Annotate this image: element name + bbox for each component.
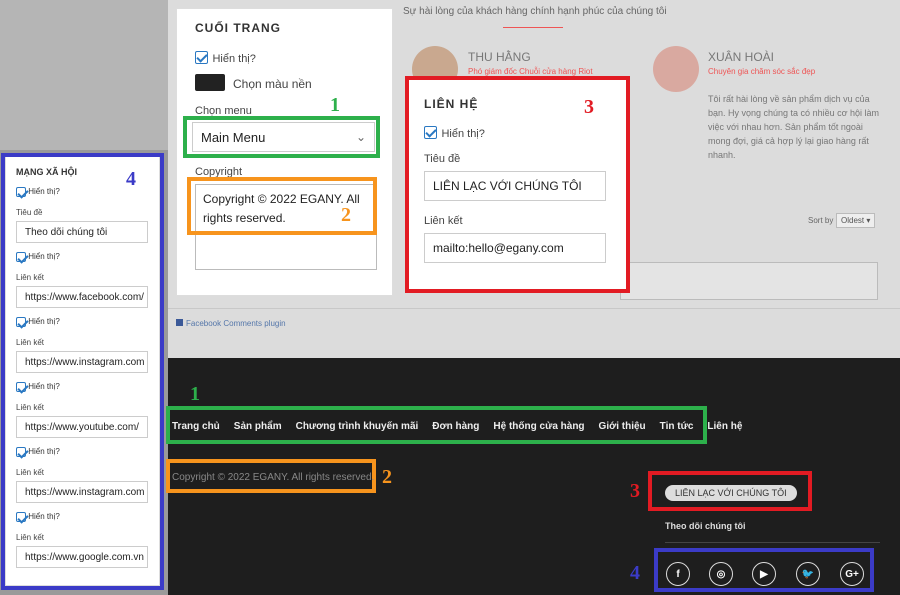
annotation-number: 3 (584, 96, 594, 118)
person-role: Chuyên gia chăm sóc sắc đẹp (708, 67, 816, 76)
testimonial-heading: Sự hài lòng của khách hàng chính hạnh ph… (403, 6, 667, 17)
copyright-text: Copyright © 2022 EGANY. All rights reser… (203, 192, 360, 225)
facebook-icon (176, 319, 183, 326)
annotation-number: 4 (126, 168, 136, 190)
checkbox-icon (195, 51, 208, 65)
sort-select[interactable]: Oldest ▾ (836, 213, 876, 228)
fb-plugin-label: Facebook Comments plugin (186, 319, 286, 328)
instagram-icon[interactable]: ◎ (709, 562, 733, 586)
nav-item[interactable]: Đơn hàng (432, 421, 479, 432)
facebook-icon[interactable]: f (666, 562, 690, 586)
twitter-icon[interactable]: 🐦 (796, 562, 820, 586)
nav-item[interactable]: Giới thiệu (599, 421, 646, 432)
divider (168, 308, 900, 309)
nav-item[interactable]: Tin tức (660, 421, 694, 432)
testimonial-quote: Tôi rất hài lòng về sản phẩm dịch vụ của… (708, 94, 880, 160)
show-checkbox[interactable]: Hiển thị? (195, 49, 256, 67)
chevron-down-icon: ⌄ (355, 130, 366, 144)
nav-item[interactable]: Sản phẩm (234, 421, 282, 432)
sort-label: Sort by (808, 216, 834, 225)
nav-item[interactable]: Chương trình khuyến mãi (296, 421, 419, 432)
annotation-number: 2 (382, 466, 392, 488)
panel-title: CUỐI TRANG (195, 21, 281, 35)
annotation-number: 4 (630, 562, 640, 584)
annotation-number: 2 (341, 204, 351, 226)
person-name: THU HẰNG (468, 50, 531, 64)
checkbox-label: Hiển thị? (212, 53, 256, 65)
annotation-number: 3 (630, 480, 640, 502)
nav-item[interactable]: Trang chủ (172, 421, 220, 432)
comment-box[interactable] (620, 262, 878, 300)
left-strip-top (0, 0, 168, 150)
heading-underline (503, 27, 563, 28)
menu-select-value: Main Menu (201, 129, 266, 145)
annotation-number: 1 (330, 94, 340, 116)
annotation-box-4 (1, 153, 164, 590)
annotation-box-3 (405, 76, 630, 293)
divider (665, 542, 880, 543)
menu-select[interactable]: Main Menu ⌄ (192, 122, 375, 152)
avatar (653, 46, 699, 92)
follow-label: Theo dõi chúng tôi (665, 521, 746, 531)
fb-plugin-link[interactable]: Facebook Comments plugin (176, 319, 286, 328)
person-role: Phó giám đốc Chuỗi cửa hàng Riot (468, 67, 593, 76)
nav-item[interactable]: Hệ thống cửa hàng (493, 421, 584, 432)
youtube-icon[interactable]: ▶ (752, 562, 776, 586)
annotation-number: 1 (190, 383, 200, 405)
footer-copyright: Copyright © 2022 EGANY. All rights reser… (172, 472, 375, 483)
color-label: Chọn màu nền (233, 77, 312, 91)
person-name: XUÂN HOÀI (708, 50, 775, 64)
footer-nav: Trang chủ Sản phẩm Chương trình khuyến m… (172, 421, 756, 432)
nav-item[interactable]: Liên hệ (707, 421, 742, 432)
contact-button[interactable]: LIÊN LẠC VỚI CHÚNG TÔI (665, 485, 797, 501)
color-swatch[interactable] (195, 74, 225, 91)
google-plus-icon[interactable]: G+ (840, 562, 864, 586)
